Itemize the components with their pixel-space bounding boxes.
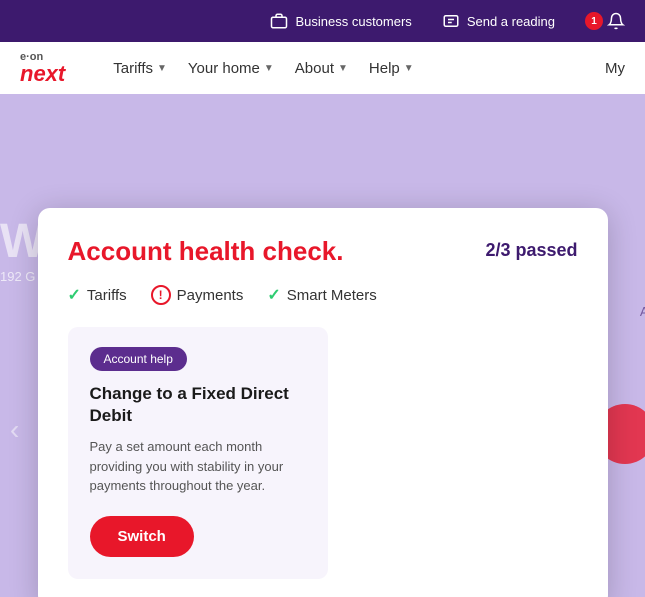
nav-my[interactable]: My: [605, 60, 625, 77]
chevron-down-icon: ▼: [404, 63, 414, 74]
bell-icon: [607, 12, 625, 30]
business-customers-link[interactable]: Business customers: [270, 12, 411, 30]
health-check-modal: Account health check. 2/3 passed ✓ Tarif…: [38, 208, 608, 597]
page-background: Wo 192 G Ac ‹ energy by Account health c…: [0, 94, 645, 597]
nav-about-label: About: [295, 60, 334, 77]
briefcase-icon: [270, 12, 288, 30]
top-bar: Business customers Send a reading 1: [0, 0, 645, 42]
modal-checks: ✓ Tariffs ! Payments ✓ Smart Meters: [68, 285, 578, 305]
check-tariffs: ✓ Tariffs: [68, 285, 127, 305]
modal-title: Account health check.: [68, 236, 344, 267]
logo[interactable]: e·on next: [20, 52, 65, 85]
logo-next: next: [20, 63, 65, 85]
switch-button[interactable]: Switch: [90, 516, 194, 557]
chevron-down-icon: ▼: [338, 63, 348, 74]
check-payments: ! Payments: [151, 285, 244, 305]
check-payments-label: Payments: [177, 287, 244, 304]
card-title: Change to a Fixed Direct Debit: [90, 383, 306, 427]
chevron-down-icon: ▼: [157, 63, 167, 74]
nav-items: Tariffs ▼ Your home ▼ About ▼ Help ▼: [105, 42, 421, 94]
nav-item-your-home[interactable]: Your home ▼: [180, 42, 282, 94]
meter-icon: [442, 12, 460, 30]
modal-passed: 2/3 passed: [485, 236, 577, 261]
nav-your-home-label: Your home: [188, 60, 260, 77]
chevron-down-icon: ▼: [264, 63, 274, 74]
nav-item-tariffs[interactable]: Tariffs ▼: [105, 42, 175, 94]
nav-bar: e·on next Tariffs ▼ Your home ▼ About ▼ …: [0, 42, 645, 94]
account-help-card: Account help Change to a Fixed Direct De…: [68, 327, 328, 579]
nav-item-about[interactable]: About ▼: [287, 42, 356, 94]
nav-help-label: Help: [369, 60, 400, 77]
send-reading-link[interactable]: Send a reading: [442, 12, 555, 30]
nav-tariffs-label: Tariffs: [113, 60, 153, 77]
business-customers-label: Business customers: [295, 14, 411, 29]
modal-header: Account health check. 2/3 passed: [68, 236, 578, 267]
check-pass-icon: ✓: [267, 285, 280, 305]
notification-badge: 1: [585, 12, 603, 30]
check-smart-meters-label: Smart Meters: [287, 287, 377, 304]
check-warn-icon: !: [151, 285, 171, 305]
modal-overlay: Account health check. 2/3 passed ✓ Tarif…: [0, 188, 645, 597]
notification-group[interactable]: 1: [585, 12, 625, 30]
card-description: Pay a set amount each month providing yo…: [90, 437, 306, 496]
check-pass-icon: ✓: [68, 285, 81, 305]
check-tariffs-label: Tariffs: [87, 287, 127, 304]
card-badge: Account help: [90, 347, 187, 371]
send-reading-label: Send a reading: [467, 14, 555, 29]
check-smart-meters: ✓ Smart Meters: [267, 285, 376, 305]
nav-item-help[interactable]: Help ▼: [361, 42, 422, 94]
